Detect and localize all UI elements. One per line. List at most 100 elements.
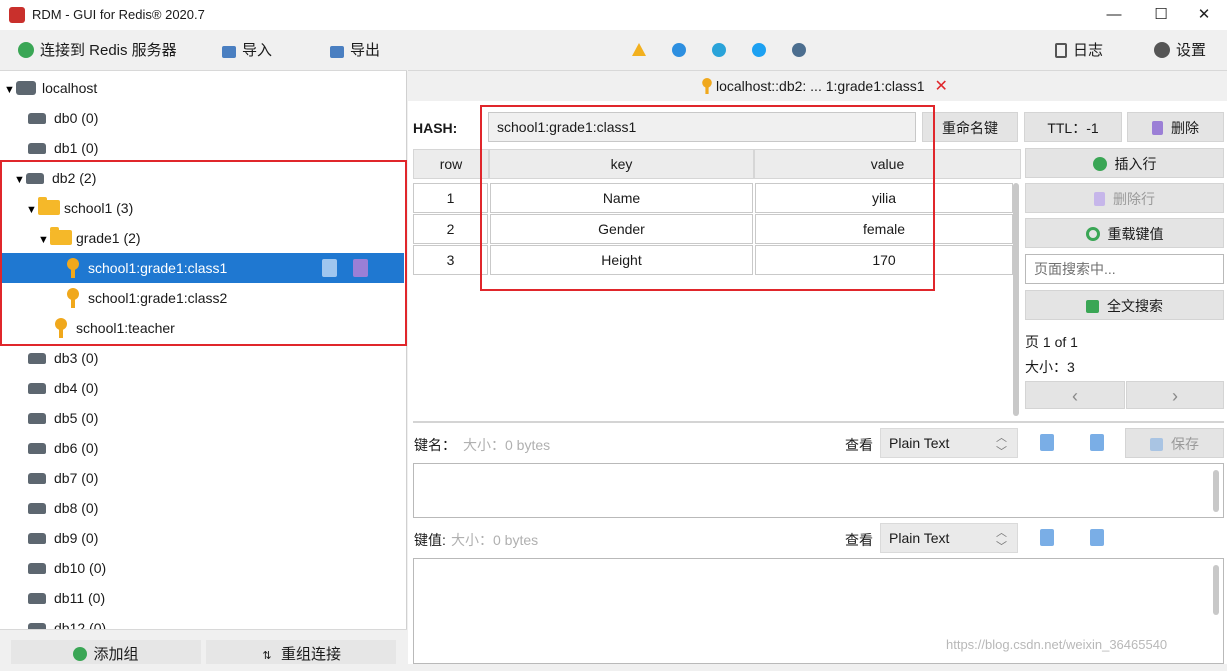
tree-folder-school1[interactable]: ▼ school1 (3)	[0, 193, 404, 223]
table-scrollbar[interactable]	[1013, 183, 1019, 416]
key-icon	[66, 288, 80, 308]
value-editor-size: 大小：0 bytes	[451, 532, 539, 548]
database-icon	[28, 593, 46, 604]
connect-server-button[interactable]: 连接到 Redis 服务器	[18, 30, 177, 71]
save-icon	[1150, 438, 1163, 451]
spinner-arrows-icon: ︿ ﹀	[996, 432, 1007, 458]
close-window-button[interactable]: ✕	[1181, 0, 1227, 30]
copy-key-icon[interactable]	[322, 259, 337, 277]
trash-icon[interactable]	[353, 259, 368, 277]
tree-db5[interactable]: db5 (0)	[0, 403, 404, 433]
reload-value-button[interactable]: 重载键值	[1025, 218, 1224, 248]
window-title: RDM - GUI for Redis® 2020.7	[32, 7, 205, 22]
database-icon	[28, 443, 46, 454]
db-label: db8 (0)	[54, 500, 99, 516]
key-label: school1:grade1:class1	[88, 260, 228, 276]
column-header-row[interactable]: row	[413, 149, 489, 179]
telegram-icon[interactable]	[712, 43, 726, 57]
table-cell-key[interactable]: Height	[490, 245, 753, 275]
refresh-icon	[1085, 227, 1100, 241]
add-group-button[interactable]: 添加组	[11, 640, 201, 664]
ttl-button[interactable]: TTL：-1	[1024, 112, 1122, 142]
document-icon[interactable]	[1090, 434, 1104, 451]
page-search-input[interactable]: 页面搜索中...	[1025, 254, 1224, 284]
tree-db8[interactable]: db8 (0)	[0, 493, 404, 523]
maximize-button[interactable]: ☐	[1138, 0, 1184, 30]
table-cell-value[interactable]: yilia	[755, 183, 1013, 213]
value-format-select[interactable]: Plain Text ︿ ﹀	[880, 523, 1018, 553]
table-cell-row[interactable]: 1	[413, 183, 488, 213]
github-icon[interactable]	[792, 43, 806, 57]
export-button[interactable]: 导出	[330, 30, 380, 71]
table-cell-value[interactable]: 170	[755, 245, 1013, 275]
edit-document-icon[interactable]	[1040, 434, 1054, 451]
table-cell-key[interactable]: Name	[490, 183, 753, 213]
log-button[interactable]: 日志	[1055, 30, 1103, 71]
editor-scrollbar[interactable]	[1213, 565, 1219, 615]
tree-db10[interactable]: db10 (0)	[0, 553, 404, 583]
table-cell-value[interactable]: female	[755, 214, 1013, 244]
insert-row-button[interactable]: 插入行	[1025, 148, 1224, 178]
tree-key-class1-selected[interactable]: school1:grade1:class1	[0, 253, 404, 283]
table-cell-key[interactable]: Gender	[490, 214, 753, 244]
table-cell-row[interactable]: 3	[413, 245, 488, 275]
delete-key-label: 删除	[1171, 120, 1199, 136]
minimize-button[interactable]: —	[1091, 0, 1137, 30]
tree-db3[interactable]: db3 (0)	[0, 343, 404, 373]
key-format-select[interactable]: Plain Text ︿ ﹀	[880, 428, 1018, 458]
key-name-field[interactable]: school1:grade1:class1	[488, 112, 916, 142]
tree-key-teacher[interactable]: school1:teacher	[0, 313, 404, 343]
reload-value-label: 重载键值	[1107, 226, 1164, 242]
full-text-search-button[interactable]: 全文搜索	[1025, 290, 1224, 320]
prev-page-button[interactable]: ‹	[1025, 381, 1125, 409]
delete-row-button[interactable]: 删除行	[1025, 183, 1224, 213]
column-header-key[interactable]: key	[489, 149, 754, 179]
import-label: 导入	[242, 42, 273, 59]
regroup-button[interactable]: ⇅ 重组连接	[206, 640, 396, 664]
warning-icon[interactable]	[632, 43, 646, 56]
database-icon	[28, 383, 46, 394]
folder-icon	[50, 227, 72, 245]
db-label: db4 (0)	[54, 380, 99, 396]
help-icon[interactable]	[672, 43, 686, 57]
page-indicator: 页 1 of 1	[1025, 334, 1078, 350]
editor-scrollbar[interactable]	[1213, 470, 1219, 512]
value-view-label: 查看	[845, 532, 873, 548]
close-tab-icon[interactable]: ✕	[934, 78, 947, 95]
save-button[interactable]: 保存	[1125, 428, 1224, 458]
db-label: db6 (0)	[54, 440, 99, 456]
next-page-button[interactable]: ›	[1126, 381, 1224, 409]
tree-folder-grade1[interactable]: ▼ grade1 (2)	[0, 223, 404, 253]
tree-db9[interactable]: db9 (0)	[0, 523, 404, 553]
tree-db6[interactable]: db6 (0)	[0, 433, 404, 463]
settings-button[interactable]: 设置	[1154, 30, 1206, 71]
key-view-label: 查看	[845, 437, 873, 453]
tree-server-localhost[interactable]: ▼ localhost	[0, 73, 404, 103]
tree-db4[interactable]: db4 (0)	[0, 373, 404, 403]
tree-db11[interactable]: db11 (0)	[0, 583, 404, 613]
tree-db12[interactable]: db12 (0)	[0, 613, 404, 629]
database-icon	[28, 503, 46, 514]
tree-db7[interactable]: db7 (0)	[0, 463, 404, 493]
tree-key-class2[interactable]: school1:grade1:class2	[0, 283, 404, 313]
document-icon[interactable]	[1090, 529, 1104, 546]
splitter[interactable]	[413, 421, 1224, 423]
edit-document-icon[interactable]	[1040, 529, 1054, 546]
table-cell-row[interactable]: 2	[413, 214, 488, 244]
database-icon	[26, 173, 44, 184]
column-header-value[interactable]: value	[754, 149, 1021, 179]
save-label: 保存	[1171, 436, 1199, 452]
import-button[interactable]: 导入	[222, 30, 272, 71]
db-label: db2 (2)	[52, 170, 97, 186]
regroup-label: 重组连接	[280, 646, 341, 663]
tree-db1[interactable]: db1 (0)	[0, 133, 404, 163]
delete-key-button[interactable]: 删除	[1127, 112, 1224, 142]
key-name-editor[interactable]	[413, 463, 1224, 518]
db-label: db1 (0)	[54, 140, 99, 156]
tree-db0[interactable]: db0 (0)	[0, 103, 404, 133]
left-toolbar: 连接到 Redis 服务器 导入 导出	[0, 30, 407, 71]
rename-key-button[interactable]: 重命名键	[922, 112, 1018, 142]
tab-key[interactable]: localhost::db2: ... 1:grade1:class1 ✕	[700, 71, 948, 101]
twitter-icon[interactable]	[752, 43, 766, 57]
tree-db2[interactable]: ▼ db2 (2)	[0, 163, 404, 193]
